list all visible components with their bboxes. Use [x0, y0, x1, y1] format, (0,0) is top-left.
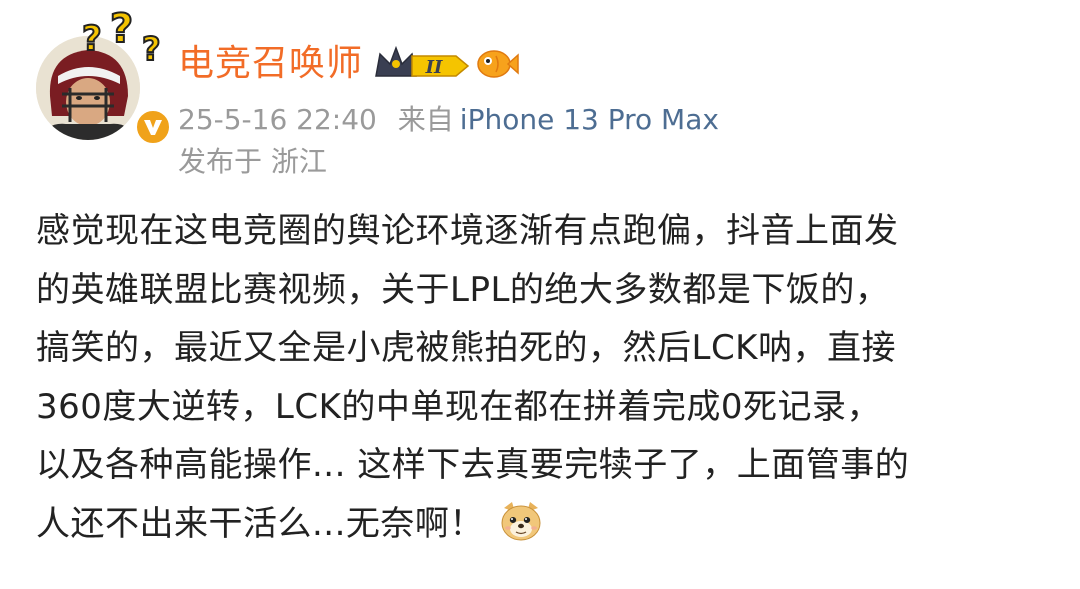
question-marks-icon: ? ? ? — [81, 10, 162, 69]
vip-level-badge-icon[interactable]: II — [372, 42, 472, 86]
svg-text:?: ? — [82, 19, 102, 59]
badge-level-text: II — [425, 57, 443, 78]
post-meta: 25-5-16 22:40 来自 iPhone 13 Pro Max — [178, 100, 719, 140]
svg-text:?: ? — [142, 30, 161, 68]
username[interactable]: 电竞召唤师 — [178, 42, 363, 86]
content-line: 的英雄联盟比赛视频，关于LPL的绝大多数都是下饭的， — [36, 269, 890, 310]
post-content: 感觉现在这电竞圈的舆论环境逐渐有点跑偏，抖音上面发 的英雄联盟比赛视频，关于LP… — [36, 202, 1046, 553]
avatar-container[interactable]: ? ? ? — [36, 10, 172, 146]
post-timestamp: 25-5-16 22:40 — [178, 103, 377, 136]
post-location: 发布于 浙江 — [178, 145, 327, 178]
content-line: 360度大逆转，LCK的中单现在都在拼着完成0死记录， — [36, 386, 882, 427]
content-line: 以及各种高能操作... 这样下去真要完犊子了，上面管事的 — [36, 445, 910, 485]
fish-badge-icon[interactable] — [474, 42, 520, 86]
weibo-post: ? ? ? 电竞召唤师 II 25-5-16 22:40 来自 iPhone 13… — [0, 0, 1080, 589]
content-line: 人还不出来干活么...无奈啊！ — [36, 503, 484, 544]
svg-text:?: ? — [110, 10, 133, 52]
content-line: 搞笑的，最近又全是小虎被熊拍死的，然后LCK呐，直接 — [36, 328, 896, 368]
source-prefix: 来自 — [397, 103, 454, 136]
verified-badge-icon — [134, 108, 172, 146]
content-line-last: 人还不出来干活么...无奈啊！ — [36, 495, 1046, 554]
doge-icon — [501, 502, 541, 541]
content-line: 感觉现在这电竞圈的舆论环境逐渐有点跑偏，抖音上面发 — [36, 211, 899, 251]
source-device-link[interactable]: iPhone 13 Pro Max — [460, 103, 719, 136]
